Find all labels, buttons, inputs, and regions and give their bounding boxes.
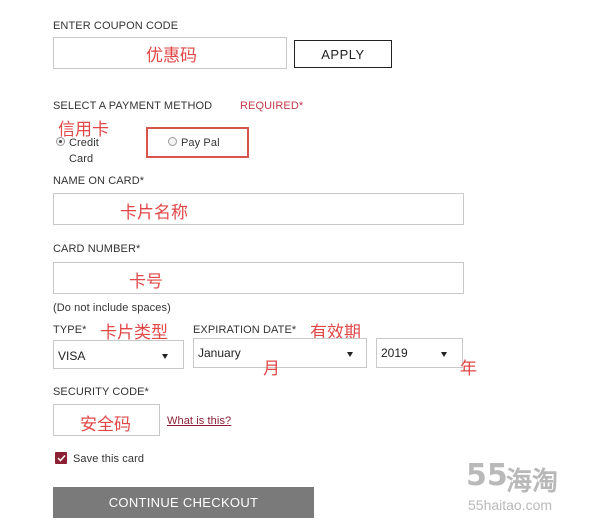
card-number-input[interactable]: 卡号 [53,262,464,294]
expiration-month-value: January [198,346,241,360]
checkmark-icon [56,454,66,462]
payment-method-label: SELECT A PAYMENT METHOD [53,100,213,112]
save-card-label: Save this card [73,453,145,465]
expiration-year-value: 2019 [381,346,408,360]
type-label: TYPE* [53,324,87,336]
coupon-input[interactable]: 优惠码 [53,37,287,69]
year-annotation: 年 [460,359,477,379]
watermark-cjk: 海淘 [506,467,559,497]
paypal-radio[interactable] [168,137,177,146]
expiration-month-select[interactable]: January [193,338,367,368]
security-code-input[interactable]: 安全码 [53,404,160,436]
paypal-label: Pay Pal [181,137,220,149]
chevron-down-icon [347,352,353,357]
continue-checkout-button[interactable]: CONTINUE CHECKOUT [53,487,314,518]
expiration-label: EXPIRATION DATE* [193,324,297,336]
chevron-down-icon [441,352,447,357]
save-card-checkbox[interactable] [55,452,67,464]
chevron-down-icon [162,354,168,359]
credit-card-label-2: Card [69,153,94,165]
month-annotation: 月 [263,359,280,379]
credit-card-label-1: Credit [69,137,99,149]
card-number-label: CARD NUMBER* [53,243,141,255]
card-number-hint: (Do not include spaces) [53,302,171,314]
security-code-annotation: 安全码 [80,415,131,435]
expiration-year-select[interactable]: 2019 [376,338,463,368]
name-on-card-label: NAME ON CARD* [53,175,145,187]
security-code-label: SECURITY CODE* [53,386,149,398]
name-on-card-annotation: 卡片名称 [120,203,188,223]
name-on-card-input[interactable]: 卡片名称 [53,193,464,225]
coupon-annotation: 优惠码 [146,46,197,66]
watermark-digits: 55 [466,458,508,493]
watermark-url: 55haitao.com [468,497,553,513]
card-type-select[interactable]: VISA [53,340,184,369]
coupon-label: ENTER COUPON CODE [53,20,179,32]
required-label: REQUIRED* [240,100,304,112]
what-is-this-link[interactable]: What is this? [167,415,231,427]
card-type-value: VISA [58,349,86,363]
apply-button[interactable]: APPLY [294,40,392,68]
watermark-logo: 55 海淘 55haitao.com [466,458,593,519]
card-number-annotation: 卡号 [129,272,163,292]
credit-card-radio[interactable] [56,137,65,146]
